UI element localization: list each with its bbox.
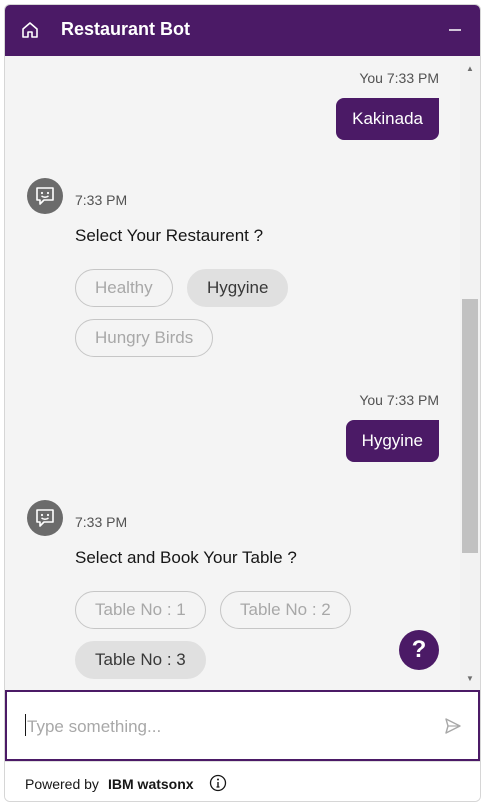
message-input[interactable] [25,710,429,744]
option-button-hungry-birds[interactable]: Hungry Birds [75,319,214,357]
user-message-meta: You 7:33 PM [359,70,439,86]
send-button[interactable] [441,714,465,738]
brand-name: IBM watsonx [108,776,194,792]
bot-avatar [27,178,63,214]
scrollbar-thumb[interactable] [462,299,478,553]
chat-footer: Powered by IBM watsonx [5,761,480,801]
scroll-down-arrow-icon[interactable]: ▼ [464,672,476,684]
message-input-area [5,690,480,761]
message-list[interactable]: You 7:33 PM Kakinada 7:33 PM Select Your… [5,56,460,690]
home-button[interactable] [17,17,43,43]
send-icon [445,718,461,734]
option-button-hygyine[interactable]: Hygyine [187,269,289,307]
minimize-icon [449,29,461,31]
powered-by-label: Powered by [25,776,99,792]
bot-message-text: Select Your Restaurent ? [75,226,264,245]
info-icon [209,774,227,792]
chat-header: Restaurant Bot [5,5,480,56]
info-button[interactable] [208,773,228,793]
option-button-table-1[interactable]: Table No : 1 [75,591,206,629]
chat-widget: Restaurant Bot You 7:33 PM Kakinada 7:33… [4,4,481,802]
bot-message-text: Select and Book Your Table ? [75,548,297,567]
bot-message-time: 7:33 PM [75,192,128,208]
bot-avatar [27,500,63,536]
text-cursor [25,714,26,736]
bot-chat-icon [36,509,54,527]
option-button-healthy[interactable]: Healthy [75,269,173,307]
scroll-up-arrow-icon[interactable]: ▲ [464,62,476,74]
option-button-table-3[interactable]: Table No : 3 [75,641,206,679]
user-message-bubble: Kakinada [336,98,439,140]
scrollbar[interactable]: ▲ ▼ [460,56,480,690]
home-icon [22,22,38,38]
option-button-table-2[interactable]: Table No : 2 [220,591,351,629]
chat-title: Restaurant Bot [61,19,191,39]
user-message-meta: You 7:33 PM [359,392,439,408]
user-message-bubble: Hygyine [345,420,439,462]
help-button[interactable]: ? [399,630,439,670]
minimize-button[interactable] [442,17,468,43]
bot-message-time: 7:33 PM [75,514,128,530]
bot-chat-icon [36,187,54,205]
